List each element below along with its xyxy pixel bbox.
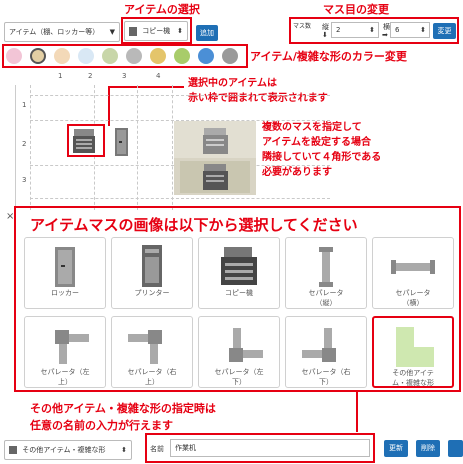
color-swatch[interactable] xyxy=(126,48,142,64)
color-swatch[interactable] xyxy=(222,48,238,64)
tile-other-shape[interactable]: その他アイテ ム・複雑な形 xyxy=(372,316,454,388)
locker-icon xyxy=(55,247,75,287)
column-label: 3 xyxy=(122,72,127,80)
copier-mini-icon xyxy=(129,26,137,36)
color-swatch[interactable] xyxy=(78,48,94,64)
item-select[interactable]: コピー機 ⬍ xyxy=(124,21,188,41)
tile-printer[interactable]: プリンター xyxy=(111,237,193,309)
type-select[interactable]: その他アイテム・複雑な形 ⬍ xyxy=(4,440,132,460)
cols-right-icon: ➡ xyxy=(382,31,388,39)
column-label: 1 xyxy=(58,72,63,80)
delete-button[interactable]: 削除 xyxy=(416,440,440,457)
separator-bottom-left-icon xyxy=(229,328,263,362)
stepper-icon: ⬍ xyxy=(369,26,375,34)
other-shape-mini-icon xyxy=(9,446,17,454)
annotation-tile-header: アイテムマスの画像は以下から選択してください xyxy=(30,216,358,234)
color-swatch[interactable] xyxy=(30,48,46,64)
separator-bottom-right-icon xyxy=(302,328,336,362)
tile-label: コピー機 xyxy=(225,289,253,297)
column-label: 2 xyxy=(88,72,93,80)
color-swatch[interactable] xyxy=(198,48,214,64)
tile-label: セパレータ（左 下） xyxy=(214,368,264,386)
color-swatch[interactable] xyxy=(102,48,118,64)
tile-copier[interactable]: コピー機 xyxy=(198,237,280,309)
locker-icon xyxy=(115,128,128,156)
item-select-value: コピー機 xyxy=(142,27,171,35)
color-swatch[interactable] xyxy=(54,48,70,64)
tile-label: プリンター xyxy=(134,289,170,297)
cols-stepper[interactable]: 6 ⬍ xyxy=(390,22,430,38)
tile-separator-bottom-right[interactable]: セパレータ（右 下） xyxy=(285,316,367,388)
tile-label: セパレータ （横） xyxy=(395,289,431,307)
row-label: 1 xyxy=(22,101,27,109)
tile-locker[interactable]: ロッカー xyxy=(24,237,106,309)
extra-button[interactable] xyxy=(448,440,463,457)
rows-down-icon: ⬇ xyxy=(322,31,328,39)
tile-label: セパレータ（左 上） xyxy=(40,368,90,386)
annotation-item-select: アイテムの選択 xyxy=(124,3,200,16)
stepper-icon: ⬍ xyxy=(420,26,426,34)
annotation-selected-note: 選択中のアイテムは 赤い枠で囲まれて表示されます xyxy=(188,76,328,106)
update-button[interactable]: 更新 xyxy=(384,440,408,457)
copier-icon xyxy=(221,247,257,285)
rows-stepper[interactable]: 2 ⬍ xyxy=(331,22,379,38)
type-select-value: その他アイテム・複雑な形 xyxy=(22,446,106,454)
color-swatch[interactable] xyxy=(150,48,166,64)
tile-separator-vertical[interactable]: セパレータ （縦） xyxy=(285,237,367,309)
stepper-arrows-icon: ⬍ xyxy=(121,446,127,454)
tile-label: その他アイテ ム・複雑な形 xyxy=(392,369,434,387)
other-shape-icon xyxy=(396,327,434,367)
printer-icon xyxy=(142,245,162,287)
tile-label: セパレータ（右 下） xyxy=(301,368,351,386)
color-swatch[interactable] xyxy=(174,48,190,64)
tile-label: セパレータ（右 上） xyxy=(127,368,177,386)
copier-icon xyxy=(203,164,228,190)
name-label: 名前 xyxy=(150,445,164,453)
copier-icon xyxy=(73,129,95,153)
tile-separator-bottom-left[interactable]: セパレータ（左 下） xyxy=(198,316,280,388)
change-button[interactable]: 変更 xyxy=(433,23,456,39)
rows-label: マス数 xyxy=(293,23,312,30)
category-select-value: アイテム（棚、ロッカー等） xyxy=(9,28,100,36)
separator-vertical-icon xyxy=(319,247,333,287)
tile-label: ロッカー xyxy=(51,289,79,297)
name-input[interactable]: 作業机 xyxy=(170,439,370,457)
stepper-arrows-icon: ⬍ xyxy=(177,27,183,35)
tile-separator-horizontal[interactable]: セパレータ （横） xyxy=(372,237,454,309)
selected-cell[interactable] xyxy=(67,124,105,157)
tile-separator-top-right[interactable]: セパレータ（右 上） xyxy=(111,316,193,388)
add-button[interactable]: 追加 xyxy=(196,25,218,41)
separator-horizontal-icon xyxy=(391,260,435,274)
copier-icon xyxy=(203,128,228,154)
tile-separator-top-left[interactable]: セパレータ（左 上） xyxy=(24,316,106,388)
row-label: 3 xyxy=(22,176,27,184)
annotation-other-note: その他アイテム・複雑な形の指定時は 任意の名前の入力が行えます xyxy=(30,402,216,432)
multi-cell-item[interactable] xyxy=(174,121,256,195)
pointer-line xyxy=(356,392,358,432)
annotation-color-change: アイテム/複雑な形のカラー変更 xyxy=(250,50,407,63)
tile-label: セパレータ （縦） xyxy=(308,289,344,307)
row-label: 2 xyxy=(22,140,27,148)
annotation-grid-change: マス目の変更 xyxy=(323,3,389,16)
color-swatch[interactable] xyxy=(6,48,22,64)
column-label: 4 xyxy=(156,72,161,80)
category-select[interactable]: アイテム（棚、ロッカー等） ▼ xyxy=(4,22,120,42)
separator-top-left-icon xyxy=(55,330,89,364)
annotation-multi-note: 複数のマスを指定して アイテムを設定する場合 隣接していて４角形である 必要があ… xyxy=(262,122,382,178)
separator-top-right-icon xyxy=(128,330,162,364)
chevron-down-icon: ▼ xyxy=(109,28,115,36)
